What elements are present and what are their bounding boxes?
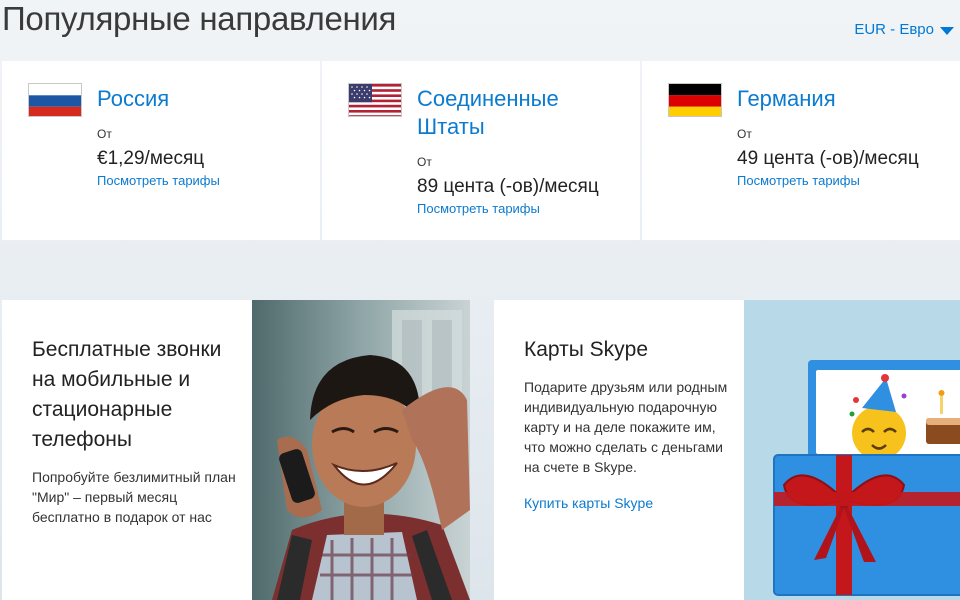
view-rates-link[interactable]: Посмотреть тарифы xyxy=(97,173,317,188)
destination-name[interactable]: Соединенные Штаты xyxy=(417,85,617,141)
promo-skype-cards[interactable]: Карты Skype Подарите друзьям или родным … xyxy=(494,300,960,600)
destination-name[interactable]: Россия xyxy=(97,85,297,113)
promo-title: Карты Skype xyxy=(524,338,649,361)
destination-price: 49 цента (-ов)/месяц xyxy=(737,148,919,169)
buy-skype-cards-link[interactable]: Купить карты Skype xyxy=(524,495,734,511)
destination-card-usa[interactable]: Соединенные Штаты От 89 цента (-ов)/меся… xyxy=(322,61,640,240)
gift-cards-image xyxy=(744,300,960,600)
destinations-row: Россия От €1,29/месяц Посмотреть тарифы xyxy=(2,61,960,240)
destination-price: 89 цента (-ов)/месяц xyxy=(417,176,599,197)
price-from-label: От xyxy=(417,155,432,169)
view-rates-link[interactable]: Посмотреть тарифы xyxy=(737,173,957,188)
price-from-label: От xyxy=(737,127,752,141)
destination-card-russia[interactable]: Россия От €1,29/месяц Посмотреть тарифы xyxy=(2,61,320,240)
usa-flag-icon xyxy=(348,83,402,117)
view-rates-link[interactable]: Посмотреть тарифы xyxy=(417,201,637,216)
currency-selector[interactable]: EUR - Евро xyxy=(854,21,954,38)
germany-flag-icon xyxy=(668,83,722,117)
chevron-down-icon xyxy=(940,26,954,35)
price-from-label: От xyxy=(97,127,112,141)
man-on-phone-image xyxy=(252,300,470,600)
destination-price: €1,29/месяц xyxy=(97,148,205,169)
destination-card-germany[interactable]: Германия От 49 цента (-ов)/месяц Посмотр… xyxy=(642,61,960,240)
page-header: Популярные направления EUR - Евро xyxy=(0,0,960,60)
russia-flag-icon xyxy=(28,83,82,117)
page-title: Популярные направления xyxy=(2,0,397,37)
destination-name[interactable]: Германия xyxy=(737,85,937,113)
promo-description: Попробуйте безлимитный план "Мир" – перв… xyxy=(32,469,236,525)
promo-title: Бесплатные звонки на мобильные и стацион… xyxy=(32,338,222,451)
promo-description: Подарите друзьям или родным индивидуальн… xyxy=(524,379,728,475)
promo-free-calls[interactable]: Бесплатные звонки на мобильные и стацион… xyxy=(2,300,470,600)
currency-label: EUR - Евро xyxy=(854,21,934,38)
